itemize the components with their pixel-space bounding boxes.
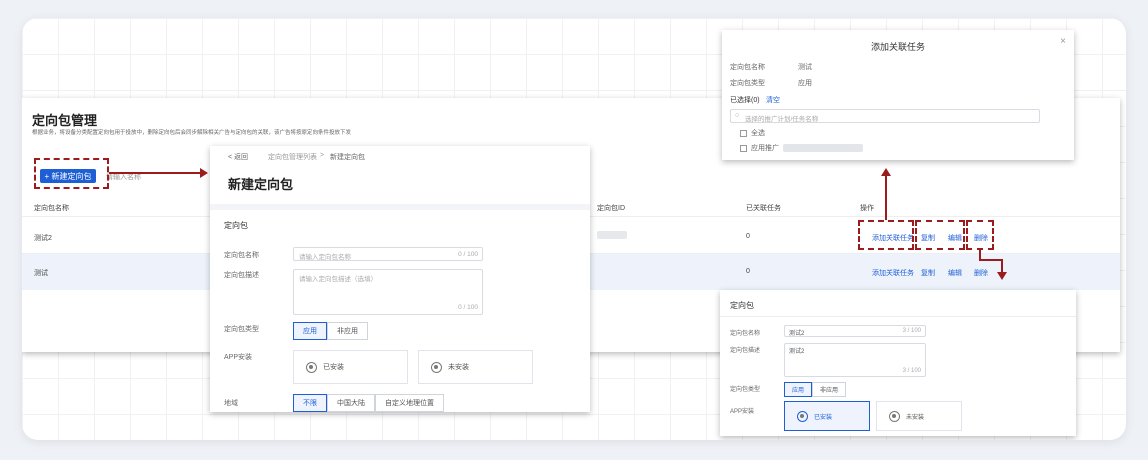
- type-label: 定向包类型: [224, 326, 259, 333]
- name-label: 定向包名称: [730, 331, 761, 337]
- type-value: 应用: [798, 80, 812, 87]
- link-task-action[interactable]: 添加关联任务: [872, 268, 914, 278]
- row-name: 测试2: [34, 235, 52, 242]
- column-actions: 操作: [860, 205, 874, 212]
- page-title: 定向包管理: [32, 113, 98, 128]
- column-tasks: 已关联任务: [746, 205, 781, 212]
- masked-task-name: [783, 144, 863, 152]
- region-option-mainland[interactable]: 中国大陆: [327, 394, 375, 412]
- user-icon: [431, 361, 442, 373]
- user-icon: [306, 361, 317, 373]
- type-option-nonapp[interactable]: 非应用: [327, 322, 368, 340]
- name-counter: 0 / 100: [458, 251, 478, 258]
- row-tasks: 0: [746, 268, 750, 275]
- desc-label: 定向包描述: [224, 272, 259, 279]
- region-option-custom[interactable]: 自定义地理位置: [375, 394, 444, 412]
- app-label: APP安装: [730, 409, 755, 415]
- edit-package-panel: 定向包 定向包名称 测试2 3 / 100 定向包描述 测试2 3 / 100 …: [720, 290, 1076, 436]
- name-label: 定向包名称: [224, 252, 259, 259]
- user-icon: [889, 410, 900, 422]
- selected-count: 已选择(0): [730, 97, 760, 104]
- app-installed-card[interactable]: 已安装: [293, 350, 408, 384]
- clear-link[interactable]: 清空: [766, 95, 780, 105]
- highlight-new-button: [34, 158, 109, 189]
- name-counter: 3 / 100: [902, 328, 921, 334]
- desc-textarea[interactable]: 请输入定向包描述（选填） 0 / 100: [293, 269, 483, 315]
- task-list-item[interactable]: 应用推广: [740, 143, 863, 153]
- type-option-nonapp[interactable]: 非应用: [812, 382, 847, 397]
- task-search-input[interactable]: ○ 选择的推广计划/任务名称: [730, 109, 1040, 123]
- checkbox-icon: [740, 129, 747, 137]
- region-option-any[interactable]: 不限: [293, 394, 327, 412]
- type-label: 定向包类型: [730, 387, 761, 393]
- type-label: 定向包类型: [730, 80, 765, 87]
- checkbox-icon: [740, 144, 747, 152]
- arrow-new-to-create: [109, 172, 201, 174]
- search-icon: ○: [735, 112, 740, 119]
- row-tasks: 0: [746, 233, 750, 240]
- type-selector: 应用 非应用: [784, 382, 847, 397]
- panel-title: 新建定向包: [228, 177, 294, 192]
- desc-label: 定向包描述: [730, 348, 761, 354]
- screenshot-frame: 定向包管理 根据业务，将设备分类配置定向包用于投放中，删除定向包后会同步解除相关…: [22, 18, 1126, 440]
- select-all-checkbox[interactable]: 全选: [740, 128, 765, 138]
- type-option-app[interactable]: 应用: [293, 322, 327, 340]
- dialog-title: 添加关联任务: [870, 42, 925, 52]
- desc-counter: 0 / 100: [458, 304, 478, 311]
- delete-action[interactable]: 删除: [974, 268, 988, 278]
- link-task-dialog: 添加关联任务 × 定向包名称 测试 定向包类型 应用 已选择(0) 清空 ○ 选…: [722, 30, 1074, 160]
- desc-counter: 3 / 100: [902, 368, 921, 374]
- app-label: APP安装: [224, 354, 253, 361]
- app-installed-card[interactable]: 已安装: [784, 401, 870, 431]
- section-band: [210, 204, 590, 210]
- app-not-installed-card[interactable]: 未安装: [418, 350, 533, 384]
- region-selector: 不限 中国大陆 自定义地理位置: [293, 394, 444, 412]
- name-input[interactable]: 请输入定向包名称 0 / 100: [293, 247, 483, 261]
- edit-action[interactable]: 编辑: [948, 268, 962, 278]
- section-divider: [720, 316, 1076, 317]
- arrow-head-down: [997, 272, 1007, 280]
- back-link[interactable]: < 返回: [228, 152, 248, 162]
- row-id-masked: [597, 231, 627, 239]
- column-name: 定向包名称: [34, 205, 69, 212]
- section-title: 定向包: [730, 301, 754, 310]
- desc-textarea[interactable]: 测试2 3 / 100: [784, 343, 926, 377]
- row-name: 测试: [34, 270, 48, 277]
- name-label: 定向包名称: [730, 64, 765, 71]
- name-input[interactable]: 测试2 3 / 100: [784, 325, 926, 337]
- region-label: 地域: [224, 400, 238, 407]
- arrow-edit-to-panel: [1001, 259, 1003, 273]
- copy-action[interactable]: 复制: [921, 268, 935, 278]
- arrow-edit-right: [979, 259, 1003, 261]
- arrow-link-to-dialog: [885, 176, 887, 220]
- breadcrumb-parent[interactable]: 定向包管理列表: [268, 152, 317, 162]
- highlight-edit-action: [966, 220, 994, 250]
- name-value: 测试: [798, 64, 812, 71]
- user-icon: [797, 410, 808, 422]
- arrow-head-up: [881, 168, 891, 176]
- page-description: 根据业务，将设备分类配置定向包用于投放中，删除定向包后会同步解除相关广告与定向包…: [32, 130, 352, 136]
- create-package-panel: < 返回 定向包管理列表 > 新建定向包 新建定向包 定向包 定向包名称 请输入…: [210, 146, 590, 412]
- app-not-installed-card[interactable]: 未安装: [876, 401, 962, 431]
- highlight-copy-action: [915, 220, 965, 250]
- breadcrumb-separator: >: [320, 152, 325, 159]
- type-selector: 应用 非应用: [293, 322, 368, 340]
- arrow-head-right: [200, 168, 208, 178]
- highlight-link-action: [858, 220, 914, 250]
- type-option-app[interactable]: 应用: [784, 382, 813, 397]
- column-id: 定向包ID: [597, 205, 625, 212]
- section-title: 定向包: [224, 221, 248, 230]
- breadcrumb-current: 新建定向包: [330, 154, 365, 161]
- close-icon[interactable]: ×: [1060, 36, 1066, 47]
